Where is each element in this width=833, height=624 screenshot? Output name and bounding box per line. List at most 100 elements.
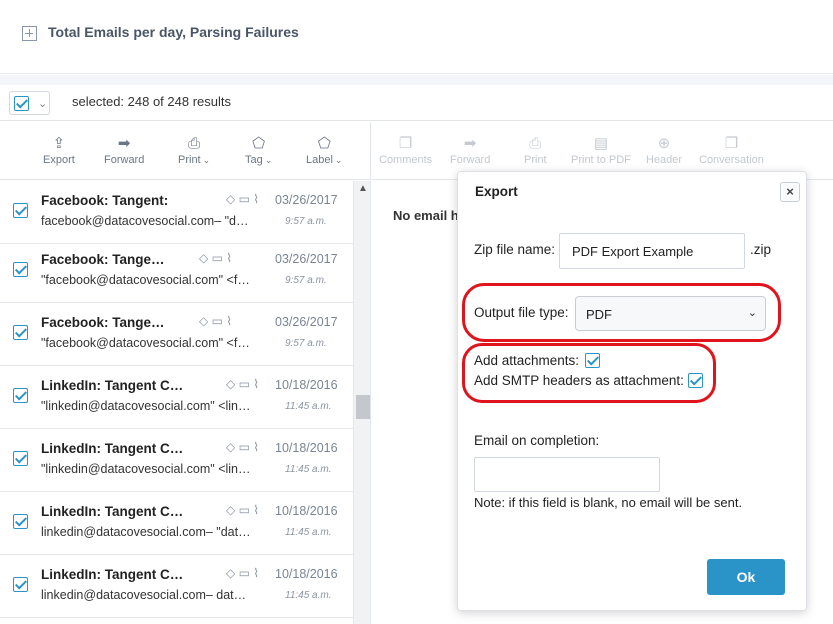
forward-label: Forward xyxy=(104,154,145,166)
email-completion-input[interactable] xyxy=(474,457,660,492)
email-sender: LinkedIn: Tangent C… xyxy=(41,441,184,456)
label-icon: ⬠ xyxy=(317,135,331,152)
email-sender: Facebook: Tange… xyxy=(41,315,165,330)
pdf-icon: ▤ xyxy=(593,135,609,152)
row-icons: ◇ ▭ ⌇ xyxy=(226,440,260,454)
row-icons: ◇ ▭ ⌇ xyxy=(226,192,260,206)
email-date: 03/26/2017 xyxy=(275,252,338,266)
selection-count: selected: 248 of 248 results xyxy=(72,94,231,109)
email-from: facebook@datacovesocial.com– "d… xyxy=(41,214,249,228)
print-label: Print xyxy=(178,154,201,166)
preview-forward-label: Forward xyxy=(450,154,491,166)
zip-file-label: Zip file name: xyxy=(474,242,556,257)
selection-bar: ⌄ selected: 248 of 248 results xyxy=(0,85,833,121)
label-button[interactable]: ⬠ Label ⌄ xyxy=(306,134,342,166)
row-icons: ◇ ▭ ⌇ xyxy=(226,566,260,580)
email-date: 10/18/2016 xyxy=(275,504,338,518)
email-from: "facebook@datacovesocial.com" <f… xyxy=(41,273,250,287)
email-time: 11:45 a.m. xyxy=(285,590,332,601)
row-checkbox[interactable] xyxy=(13,451,28,466)
print-icon: ⎙ xyxy=(188,135,201,152)
comments-button[interactable]: ❐ Comments xyxy=(379,134,432,166)
email-from: "facebook@datacovesocial.com" <f… xyxy=(41,336,250,350)
select-all-checkbox[interactable] xyxy=(14,96,29,111)
row-checkbox[interactable] xyxy=(13,388,28,403)
print-to-pdf-button[interactable]: ▤ Print to PDF xyxy=(571,134,631,166)
row-checkbox[interactable] xyxy=(13,203,28,218)
row-checkbox[interactable] xyxy=(13,577,28,592)
email-time: 9:57 a.m. xyxy=(285,275,327,286)
forward-button[interactable]: ➡ Forward xyxy=(104,134,144,166)
conversation-label: Conversation xyxy=(699,154,764,166)
email-time: 9:57 a.m. xyxy=(285,338,327,349)
scrollbar-thumb[interactable] xyxy=(356,395,370,419)
preview-print-button[interactable]: ⎙ Print xyxy=(524,134,547,166)
email-date: 03/26/2017 xyxy=(275,315,338,329)
row-checkbox[interactable] xyxy=(13,262,28,277)
email-row[interactable]: LinkedIn: Tangent C… ◇ ▭ ⌇ 10/18/2016 "l… xyxy=(0,429,353,492)
header-button[interactable]: ⊕ Header xyxy=(646,134,682,166)
tag-button[interactable]: ⬠ Tag ⌄ xyxy=(245,134,272,166)
zip-suffix: .zip xyxy=(750,242,772,257)
preview-forward-button[interactable]: ➡ Forward xyxy=(450,134,490,166)
row-checkbox[interactable] xyxy=(13,325,28,340)
email-date: 10/18/2016 xyxy=(275,441,338,455)
email-from: linkedin@datacovesocial.com– dat… xyxy=(41,588,247,602)
email-sender: LinkedIn: Tangent C… xyxy=(41,504,184,519)
print-button[interactable]: ⎙ Print ⌄ xyxy=(178,134,210,166)
attachments-highlight xyxy=(462,343,716,403)
email-completion-label: Email on completion: xyxy=(474,433,600,448)
email-row[interactable]: LinkedIn: Tangent C… ◇ ▭ ⌇ 10/18/2016 "l… xyxy=(0,366,353,429)
header-gap xyxy=(0,75,833,85)
row-icons: ◇ ▭ ⌇ xyxy=(199,251,233,265)
email-sender: Facebook: Tangent: xyxy=(41,193,169,208)
row-checkbox[interactable] xyxy=(13,514,28,529)
preview-print-label: Print xyxy=(524,154,547,166)
email-sender: Facebook: Tange… xyxy=(41,252,165,267)
export-button[interactable]: ⇪ Export xyxy=(43,134,75,166)
output-type-highlight xyxy=(462,283,781,342)
row-icons: ◇ ▭ ⌇ xyxy=(226,503,260,517)
select-all-dropdown[interactable]: ⌄ xyxy=(9,91,50,115)
chevron-down-icon: ⌄ xyxy=(202,155,211,165)
export-icon: ⇪ xyxy=(52,135,66,152)
export-label: Export xyxy=(43,154,75,166)
row-icons: ◇ ▭ ⌇ xyxy=(226,377,260,391)
report-header: Total Emails per day, Parsing Failures xyxy=(0,0,833,74)
print-icon: ⎙ xyxy=(529,135,542,152)
email-date: 03/26/2017 xyxy=(275,193,338,207)
close-button[interactable]: × xyxy=(780,182,800,202)
email-from: "linkedin@datacovesocial.com" <lin… xyxy=(41,399,251,413)
email-row[interactable]: Facebook: Tange… ◇ ▭ ⌇ 03/26/2017 "faceb… xyxy=(0,303,353,366)
header-zoom-icon: ⊕ xyxy=(657,135,671,152)
conversation-button[interactable]: ❐ Conversation xyxy=(699,134,764,166)
email-from: linkedin@datacovesocial.com– "dat… xyxy=(41,525,251,539)
conversation-icon: ❐ xyxy=(724,135,739,152)
email-date: 10/18/2016 xyxy=(275,378,338,392)
email-row[interactable]: LinkedIn: Tangent C… ◇ ▭ ⌇ 10/18/2016 li… xyxy=(0,555,353,618)
chevron-down-icon[interactable]: ⌄ xyxy=(38,97,47,110)
expand-plus-icon[interactable] xyxy=(22,26,37,41)
forward-icon: ➡ xyxy=(463,135,477,152)
chevron-down-icon: ⌄ xyxy=(264,155,273,165)
ok-button[interactable]: Ok xyxy=(707,559,785,595)
email-row[interactable]: Facebook: Tange… ◇ ▭ ⌇ 03/26/2017 "faceb… xyxy=(0,240,353,303)
email-time: 9:57 a.m. xyxy=(285,216,327,227)
comments-icon: ❐ xyxy=(398,135,413,152)
chevron-down-icon: ⌄ xyxy=(334,155,343,165)
zip-file-input[interactable] xyxy=(559,233,745,269)
no-email-message: No email h xyxy=(393,208,459,223)
scroll-up-icon[interactable]: ▲ xyxy=(358,183,368,194)
email-time: 11:45 a.m. xyxy=(285,527,332,538)
email-date: 10/18/2016 xyxy=(275,567,338,581)
email-sender: LinkedIn: Tangent C… xyxy=(41,567,184,582)
comments-label: Comments xyxy=(379,154,433,166)
email-note: Note: if this field is blank, no email w… xyxy=(474,495,743,510)
email-row[interactable]: LinkedIn: Tangent C… ◇ ▭ ⌇ 10/18/2016 li… xyxy=(0,492,353,555)
email-time: 11:45 a.m. xyxy=(285,401,332,412)
report-title: Total Emails per day, Parsing Failures xyxy=(48,24,299,40)
list-scrollbar[interactable]: ▲ xyxy=(353,181,371,624)
label-label: Label xyxy=(306,154,333,166)
email-row[interactable]: Facebook: Tangent: ◇ ▭ ⌇ 03/26/2017 face… xyxy=(0,181,353,244)
list-toolbar: ⇪ Export ➡ Forward ⎙ Print ⌄ ⬠ Tag ⌄ ⬠ Lab… xyxy=(0,122,371,180)
